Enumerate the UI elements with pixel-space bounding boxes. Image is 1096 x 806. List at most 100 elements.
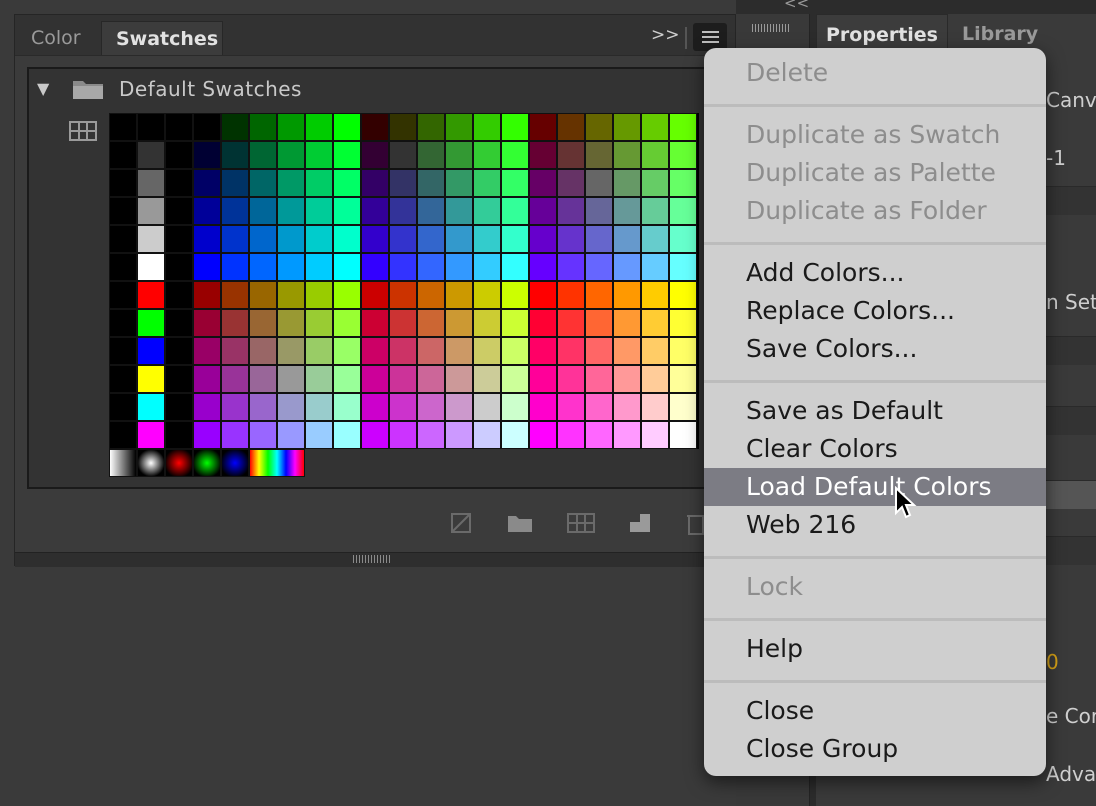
color-swatch[interactable] [557, 337, 585, 365]
color-swatch[interactable] [137, 393, 165, 421]
color-swatch[interactable] [613, 113, 641, 141]
color-swatch[interactable] [669, 337, 697, 365]
color-swatch[interactable] [109, 309, 137, 337]
color-swatch[interactable] [109, 365, 137, 393]
color-swatch[interactable] [641, 169, 669, 197]
menu-item-web-216[interactable]: Web 216 [704, 506, 1046, 544]
collapse-dock-icon[interactable]: << [784, 0, 809, 12]
color-swatch[interactable] [501, 113, 529, 141]
color-swatch[interactable] [165, 309, 193, 337]
color-swatch[interactable] [529, 169, 557, 197]
duplicate-icon[interactable] [629, 513, 651, 537]
color-swatch[interactable] [417, 421, 445, 449]
color-swatch[interactable] [193, 393, 221, 421]
color-swatch[interactable] [361, 169, 389, 197]
color-swatch[interactable] [305, 365, 333, 393]
color-swatch[interactable] [193, 197, 221, 225]
color-swatch[interactable] [305, 393, 333, 421]
color-swatch[interactable] [501, 169, 529, 197]
color-swatch[interactable] [333, 225, 361, 253]
color-swatch[interactable] [249, 141, 277, 169]
color-swatch[interactable] [585, 309, 613, 337]
color-swatch[interactable] [249, 337, 277, 365]
color-swatch[interactable] [221, 169, 249, 197]
color-swatch[interactable] [417, 309, 445, 337]
color-swatch[interactable] [473, 281, 501, 309]
color-swatch[interactable] [109, 281, 137, 309]
menu-item-replace-colors[interactable]: Replace Colors... [704, 292, 1046, 330]
color-swatch[interactable] [221, 197, 249, 225]
color-swatch[interactable] [585, 113, 613, 141]
color-swatch[interactable] [417, 225, 445, 253]
color-swatch[interactable] [501, 253, 529, 281]
color-swatch[interactable] [529, 281, 557, 309]
color-swatch[interactable] [305, 225, 333, 253]
color-swatch[interactable] [389, 225, 417, 253]
color-swatch[interactable] [417, 281, 445, 309]
color-swatch[interactable] [445, 253, 473, 281]
color-swatch[interactable] [193, 253, 221, 281]
color-swatch[interactable] [165, 197, 193, 225]
color-swatch[interactable] [305, 309, 333, 337]
color-swatch[interactable] [305, 421, 333, 449]
disclosure-triangle-icon[interactable]: ▼ [37, 79, 49, 98]
menu-item-help[interactable]: Help [704, 630, 1046, 668]
color-swatch[interactable] [445, 393, 473, 421]
color-swatch[interactable] [137, 169, 165, 197]
color-swatch[interactable] [473, 421, 501, 449]
color-swatch[interactable] [557, 421, 585, 449]
color-swatch[interactable] [305, 169, 333, 197]
color-swatch[interactable] [333, 197, 361, 225]
color-swatch[interactable] [165, 113, 193, 141]
color-swatch[interactable] [501, 365, 529, 393]
color-swatch[interactable] [641, 197, 669, 225]
color-swatch[interactable] [165, 141, 193, 169]
color-swatch[interactable] [529, 113, 557, 141]
color-swatch[interactable] [305, 281, 333, 309]
color-swatch[interactable] [221, 421, 249, 449]
color-swatch[interactable] [641, 225, 669, 253]
color-swatch[interactable] [585, 393, 613, 421]
color-swatch[interactable] [333, 309, 361, 337]
color-swatch[interactable] [333, 281, 361, 309]
color-swatch[interactable] [585, 337, 613, 365]
color-swatch[interactable] [165, 337, 193, 365]
color-swatch[interactable] [473, 225, 501, 253]
color-swatch[interactable] [641, 337, 669, 365]
color-swatch[interactable] [501, 225, 529, 253]
color-swatch[interactable] [249, 225, 277, 253]
color-swatch[interactable] [277, 365, 305, 393]
color-swatch[interactable] [473, 197, 501, 225]
color-swatch[interactable] [361, 113, 389, 141]
color-swatch[interactable] [585, 365, 613, 393]
color-swatch[interactable] [501, 421, 529, 449]
color-swatch[interactable] [473, 309, 501, 337]
resize-grip-icon[interactable] [353, 555, 391, 563]
color-swatch[interactable] [669, 309, 697, 337]
color-swatch[interactable] [221, 141, 249, 169]
color-swatch[interactable] [389, 393, 417, 421]
color-swatch[interactable] [585, 281, 613, 309]
color-swatch[interactable] [389, 365, 417, 393]
color-swatch[interactable] [529, 225, 557, 253]
color-swatch[interactable] [361, 197, 389, 225]
color-swatch[interactable] [389, 337, 417, 365]
color-swatch[interactable] [277, 225, 305, 253]
color-swatch[interactable] [417, 141, 445, 169]
color-swatch[interactable] [277, 421, 305, 449]
color-swatch[interactable] [557, 225, 585, 253]
color-swatch[interactable] [109, 169, 137, 197]
color-swatch[interactable] [277, 337, 305, 365]
color-swatch[interactable] [557, 197, 585, 225]
gradient-swatch[interactable] [109, 449, 137, 477]
color-swatch[interactable] [305, 197, 333, 225]
color-swatch[interactable] [165, 281, 193, 309]
color-swatch[interactable] [221, 281, 249, 309]
color-swatch[interactable] [613, 421, 641, 449]
gradient-swatch[interactable] [221, 449, 249, 477]
color-swatch[interactable] [165, 421, 193, 449]
color-swatch[interactable] [249, 281, 277, 309]
color-swatch[interactable] [165, 169, 193, 197]
color-swatch[interactable] [669, 393, 697, 421]
menu-item-clear-colors[interactable]: Clear Colors [704, 430, 1046, 468]
